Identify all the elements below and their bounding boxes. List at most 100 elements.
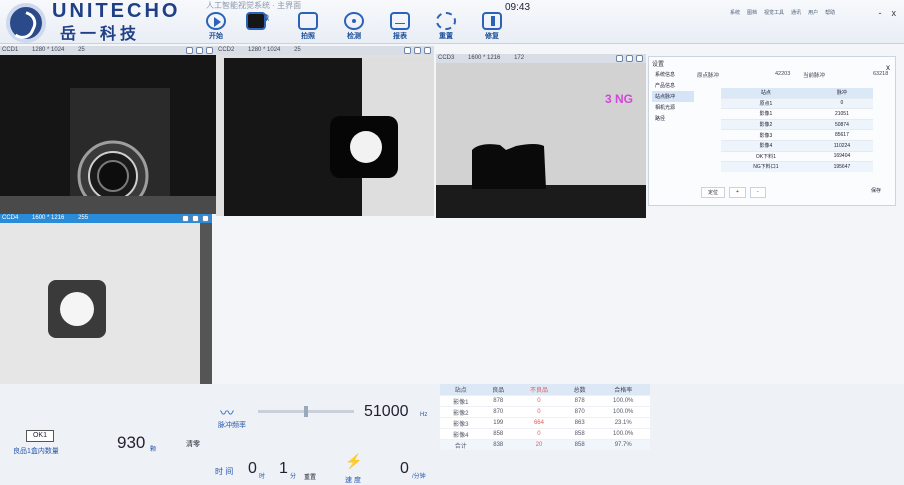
- station-cell: 影像3: [721, 129, 811, 141]
- total-cell: 863: [562, 417, 597, 429]
- column-header: 不良品: [515, 384, 563, 396]
- station-cell: 影像4: [440, 428, 482, 440]
- time-label: 时 间: [215, 467, 234, 476]
- current-pulse-label: 当前脉冲: [803, 73, 826, 79]
- frequency-label: 脉冲频率: [218, 422, 246, 429]
- total-cell: 878: [562, 395, 597, 407]
- table-row[interactable]: 影像3 85617: [721, 129, 873, 141]
- bad-cell: 0: [515, 406, 563, 418]
- rate-cell: 100.0%: [596, 406, 650, 418]
- clock: 09:43: [505, 2, 531, 13]
- camera-view-ccd2[interactable]: CCD2 1280 * 1024 25: [216, 46, 434, 216]
- reset-button[interactable]: 重置: [430, 12, 462, 41]
- decrement-button[interactable]: -: [749, 187, 766, 198]
- menu-item[interactable]: 通讯: [791, 9, 801, 16]
- repair-button[interactable]: 修复: [476, 12, 508, 41]
- total-cell: 870: [562, 406, 597, 418]
- close-button[interactable]: x: [892, 8, 897, 18]
- table-header-row: 站点 良品 不良品 总数 合格率: [440, 384, 650, 396]
- snapshot-button[interactable]: 拍照: [292, 12, 324, 41]
- window-controls: - x: [879, 8, 897, 18]
- pulse-cell[interactable]: 110224: [810, 139, 873, 152]
- status-panel: OK1 良品1盒内数量 930 颗 清零 〰 脉冲频率 51000 Hz 时 间…: [0, 384, 904, 485]
- station-cell: 影像2: [440, 406, 482, 418]
- snapshot-label: 拍照: [301, 33, 315, 40]
- menu-item[interactable]: 帮助: [825, 9, 835, 16]
- pulse-cell[interactable]: 50874: [810, 118, 873, 130]
- station-cell: 影像1: [721, 108, 811, 120]
- report-button[interactable]: 报表: [384, 12, 416, 41]
- pulse-cell[interactable]: 0: [810, 97, 873, 109]
- settings-nav-item[interactable]: 相机光源: [652, 102, 694, 113]
- bad-cell: 0: [515, 428, 563, 440]
- bad-cell: 0: [515, 395, 563, 407]
- current-pulse-value: 63218: [873, 71, 889, 77]
- pulse-cell[interactable]: 169404: [810, 150, 873, 162]
- table-row-total: 合计 838 20 858 97.7%: [440, 439, 650, 450]
- settings-nav-item[interactable]: 系统信息: [652, 69, 694, 80]
- table-row[interactable]: 影像1 21051: [721, 108, 873, 120]
- column-header: 站点: [721, 88, 811, 99]
- table-row: 影像1 878 0 878 100.0%: [440, 395, 650, 407]
- settings-nav-item[interactable]: 路径: [652, 113, 694, 124]
- ok-bin-label: 良品1盒内数量: [13, 448, 59, 455]
- station-cell: 影像2: [721, 118, 811, 130]
- table-header-row: 站点 脉冲: [721, 88, 873, 99]
- reset-icon: [436, 12, 456, 30]
- toolbar: 开始 录像 拍照 检测 报表 重置 修复: [200, 12, 508, 41]
- table-row[interactable]: 影像4 110224: [721, 139, 873, 152]
- ok-count: 930: [117, 433, 146, 452]
- speed-value: 0: [400, 460, 409, 477]
- station-cell: OK下料1: [721, 150, 811, 162]
- settings-nav-item[interactable]: 产品信息: [652, 80, 694, 91]
- table-row[interactable]: NG下料口1 195647: [721, 161, 873, 172]
- station-cell: 影像4: [721, 139, 811, 152]
- column-header: 良品: [481, 384, 516, 396]
- pulse-cell[interactable]: 195647: [810, 161, 873, 172]
- repair-label: 修复: [485, 33, 499, 40]
- table-row: 影像2 870 0 870 100.0%: [440, 406, 650, 418]
- menu-item[interactable]: 图档: [747, 9, 757, 16]
- table-row[interactable]: OK下料1 169404: [721, 150, 873, 162]
- menu-item[interactable]: 视觉工具: [764, 9, 784, 16]
- minimize-button[interactable]: -: [879, 8, 882, 18]
- frequency-unit: Hz: [420, 412, 428, 418]
- menu-item[interactable]: 用户: [808, 9, 818, 16]
- camera-view-ccd1[interactable]: CCD1 1280 * 1024 25: [0, 46, 216, 214]
- station-cell: 影像3: [440, 417, 482, 429]
- increment-button[interactable]: +: [729, 187, 746, 198]
- camera-icon: [298, 12, 318, 30]
- locate-select[interactable]: 定位: [701, 187, 726, 198]
- time-reset-button[interactable]: 重置: [304, 472, 316, 481]
- window-subtitle: 人工智能视觉系统 · 主界面: [206, 1, 302, 10]
- slider-handle[interactable]: [304, 406, 308, 417]
- rate-cell: 23.1%: [596, 417, 650, 429]
- running-figure-icon: ⚡: [345, 453, 363, 469]
- ok-bin-badge: OK1: [26, 430, 54, 442]
- detect-button[interactable]: 检测: [338, 12, 370, 41]
- good-cell: 838: [481, 439, 516, 450]
- column-header: 站点: [440, 384, 482, 396]
- frequency-slider[interactable]: [258, 406, 354, 417]
- table-row[interactable]: 原点1 0: [721, 97, 873, 109]
- save-button[interactable]: 保存: [871, 187, 881, 194]
- speed-label: 速 度: [345, 477, 361, 484]
- ok-count-unit: 颗: [150, 447, 157, 453]
- clear-button[interactable]: 清零: [186, 439, 200, 449]
- column-header: 合格率: [596, 384, 650, 396]
- camera-view-ccd4[interactable]: CCD4 1600 * 1216 255: [0, 214, 212, 384]
- start-button[interactable]: 开始: [200, 12, 232, 41]
- menu-item[interactable]: 系统: [730, 9, 740, 16]
- camera-view-ccd3[interactable]: CCD3 1600 * 1216 172 3 NG: [436, 54, 646, 218]
- pulse-cell[interactable]: 85617: [810, 129, 873, 141]
- table-row[interactable]: 影像2 50874: [721, 118, 873, 130]
- time-hours-unit: 时: [259, 474, 266, 480]
- pulse-cell[interactable]: 21051: [810, 108, 873, 120]
- reset-label: 重置: [439, 33, 453, 40]
- record-video-button[interactable]: 录像: [246, 12, 278, 41]
- top-menu: 系统 图档 视觉工具 通讯 用户 帮助: [730, 9, 835, 16]
- rate-cell: 100.0%: [596, 395, 650, 407]
- settings-panel: 设置 x 系统信息 产品信息 站点脉冲 相机光源 路径 原点脉冲 42203 当…: [648, 56, 896, 206]
- settings-nav-item-selected[interactable]: 站点脉冲: [652, 91, 694, 102]
- settings-footer: 定位 + -: [701, 187, 766, 198]
